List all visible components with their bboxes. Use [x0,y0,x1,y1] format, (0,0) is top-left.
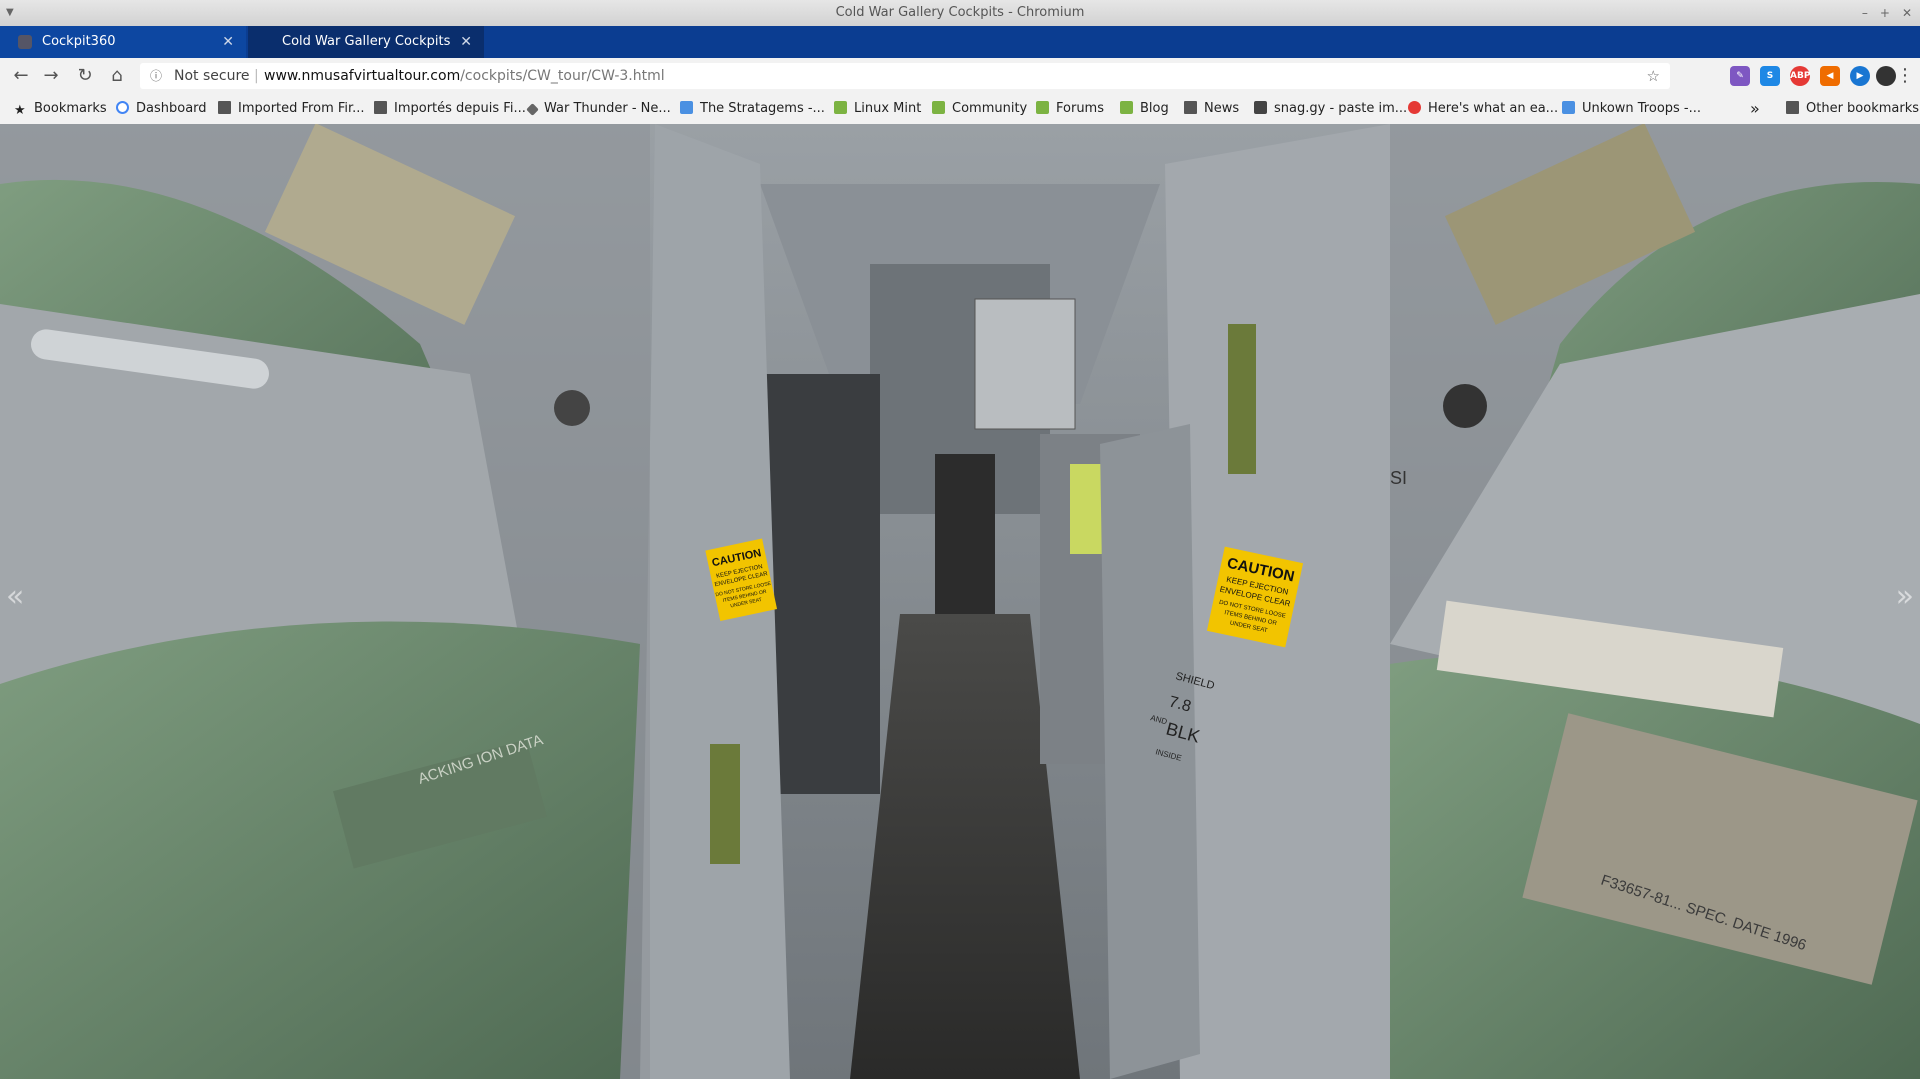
bookmark-item[interactable]: Linux Mint [834,94,921,124]
mint-icon [834,101,847,114]
bookmark-item[interactable]: Imported From Fir... [218,94,365,124]
tab-strip: Cockpit360 ✕ Cold War Gallery Cockpits ✕… [0,26,1920,77]
adblock-plus-icon[interactable]: ABP [1790,66,1810,86]
reload-icon[interactable]: ↻ [72,63,98,89]
bookmark-label: Blog [1140,101,1169,116]
rear-panel-box [974,298,1076,430]
bookmark-item[interactable]: ★ Bookmarks [14,94,107,124]
rear-hatch [935,454,995,614]
window-controls: – + ✕ [1862,0,1912,26]
bookmarks-overflow-icon[interactable]: » [1750,94,1760,124]
bookmark-label: Unkown Troops -... [1582,101,1702,116]
bookmark-item[interactable]: Forums [1036,94,1104,124]
browser-toolbar: ← → ↻ ⌂ ⓘ Not secure | www.nmusafvirtual… [0,58,1920,94]
omnibox-separator: | [254,68,259,84]
megaphone-extension-icon[interactable]: ◀ [1820,66,1840,86]
prev-scene-arrow[interactable]: « [6,579,24,614]
security-label: Not secure [174,68,250,84]
right-door-strap [1228,324,1256,474]
bookmark-label: Linux Mint [854,101,922,116]
bookmark-label: Here's what an ea... [1428,101,1559,116]
tab-label: Cold War Gallery Cockpits [282,34,451,49]
bookmark-label: Importés depuis Fi... [394,101,526,116]
address-bar[interactable]: ⓘ Not secure | www.nmusafvirtualtour.com… [140,63,1670,89]
bookmark-label: Community [952,101,1028,116]
bookmark-item[interactable]: News [1184,94,1239,124]
bookmark-label: Dashboard [136,101,207,116]
close-tab-icon[interactable]: ✕ [222,26,234,58]
bookmark-label: The Stratagems -... [700,101,825,116]
folder-icon [1184,101,1197,114]
bookmark-label: Bookmarks [34,101,107,116]
tab-label: Cockpit360 [42,34,116,49]
bookmark-item[interactable]: Here's what an ea... [1408,94,1558,124]
bookmark-item[interactable]: Unkown Troops -... [1562,94,1701,124]
extensions-bar: ✎ S ABP ◀ ▶ [1730,66,1870,86]
s-extension-icon[interactable]: S [1760,66,1780,86]
window-title: Cold War Gallery Cockpits - Chromium [835,5,1085,20]
google-icon [116,101,129,114]
url-text: www.nmusafvirtualtour.com/cockpits/CW_to… [264,63,665,89]
mint-icon [1036,101,1049,114]
mint-icon [1120,101,1133,114]
url-host: www.nmusafvirtualtour.com [264,68,461,84]
doc-icon [1562,101,1575,114]
si-stencil: SI [1390,468,1407,488]
mint-icon [932,101,945,114]
bookmark-label: War Thunder - Ne... [544,101,671,116]
panorama-viewer[interactable]: CAUTION KEEP EJECTION ENVELOPE CLEAR DO … [0,124,1920,1079]
bookmark-item[interactable]: War Thunder - Ne... [526,94,671,124]
left-door-strap [710,744,740,864]
bookmark-label: Imported From Fir... [238,101,365,116]
next-scene-arrow[interactable]: » [1896,579,1914,614]
home-icon[interactable]: ⌂ [104,63,130,89]
tab-cockpit360[interactable]: Cockpit360 ✕ [0,26,246,58]
bookmarks-bar: ★ Bookmarks Dashboard Imported From Fir..… [0,94,1920,125]
bookmark-item[interactable]: snag.gy - paste im... [1254,94,1407,124]
war-thunder-icon [526,103,539,116]
info-icon[interactable]: ⓘ [150,63,162,89]
tab-cold-war-gallery[interactable]: Cold War Gallery Cockpits ✕ [248,26,484,58]
close-window-icon[interactable]: ✕ [1902,0,1912,26]
window-titlebar: ▼ Cold War Gallery Cockpits - Chromium –… [0,0,1920,26]
right-door-edge [1100,424,1200,1079]
cockpit360-favicon-icon [18,35,32,49]
folder-icon [374,101,387,114]
bookmark-label: News [1204,101,1240,116]
close-tab-icon[interactable]: ✕ [460,26,472,58]
window-menu-icon[interactable]: ▼ [6,0,14,26]
right-vent-hole [1443,384,1487,428]
bookmark-label: Other bookmarks [1806,101,1920,116]
url-path: /cockpits/CW_tour/CW-3.html [460,68,665,84]
left-seat-cushion [0,621,640,1079]
cockpit-panorama: CAUTION KEEP EJECTION ENVELOPE CLEAR DO … [0,124,1920,1079]
play-extension-icon[interactable]: ▶ [1850,66,1870,86]
bookmark-label: Forums [1056,101,1104,116]
other-bookmarks[interactable]: Other bookmarks [1786,94,1919,124]
bookmark-star-icon[interactable]: ☆ [1647,63,1660,89]
maximize-icon[interactable]: + [1880,0,1890,26]
menu-kebab-icon[interactable]: ⋮ [1896,63,1914,89]
bookmark-item[interactable]: Importés depuis Fi... [374,94,526,124]
bookmark-item[interactable]: Blog [1120,94,1169,124]
bookmark-item[interactable]: Dashboard [116,94,207,124]
minimize-icon[interactable]: – [1862,0,1868,26]
folder-icon [218,101,231,114]
bookmark-item[interactable]: The Stratagems -... [680,94,825,124]
bookmark-item[interactable]: Community [932,94,1027,124]
feather-extension-icon[interactable]: ✎ [1730,66,1750,86]
power-icon [1408,101,1421,114]
profile-avatar[interactable] [1876,66,1896,86]
snaggy-icon [1254,101,1267,114]
back-icon[interactable]: ← [8,63,34,89]
folder-icon [1786,101,1799,114]
left-vent-hole [554,390,590,426]
star-icon: ★ [14,103,26,118]
forward-icon[interactable]: → [38,63,64,89]
bookmark-label: snag.gy - paste im... [1274,101,1408,116]
doc-icon [680,101,693,114]
